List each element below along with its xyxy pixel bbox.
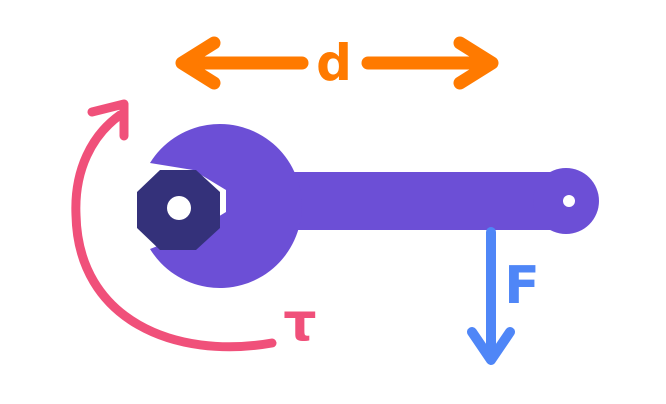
wrench-hang-hole [563,195,575,207]
force-arrow: F [467,227,540,365]
distance-label: d [316,34,352,92]
wrench-handle [268,172,568,230]
force-label: F [504,256,540,316]
torque-label: τ [283,293,316,353]
wrench-torque-diagram: d F τ [71,34,599,365]
nut-bore [167,196,191,220]
distance-arrow: d [175,34,499,92]
nut [137,170,220,250]
